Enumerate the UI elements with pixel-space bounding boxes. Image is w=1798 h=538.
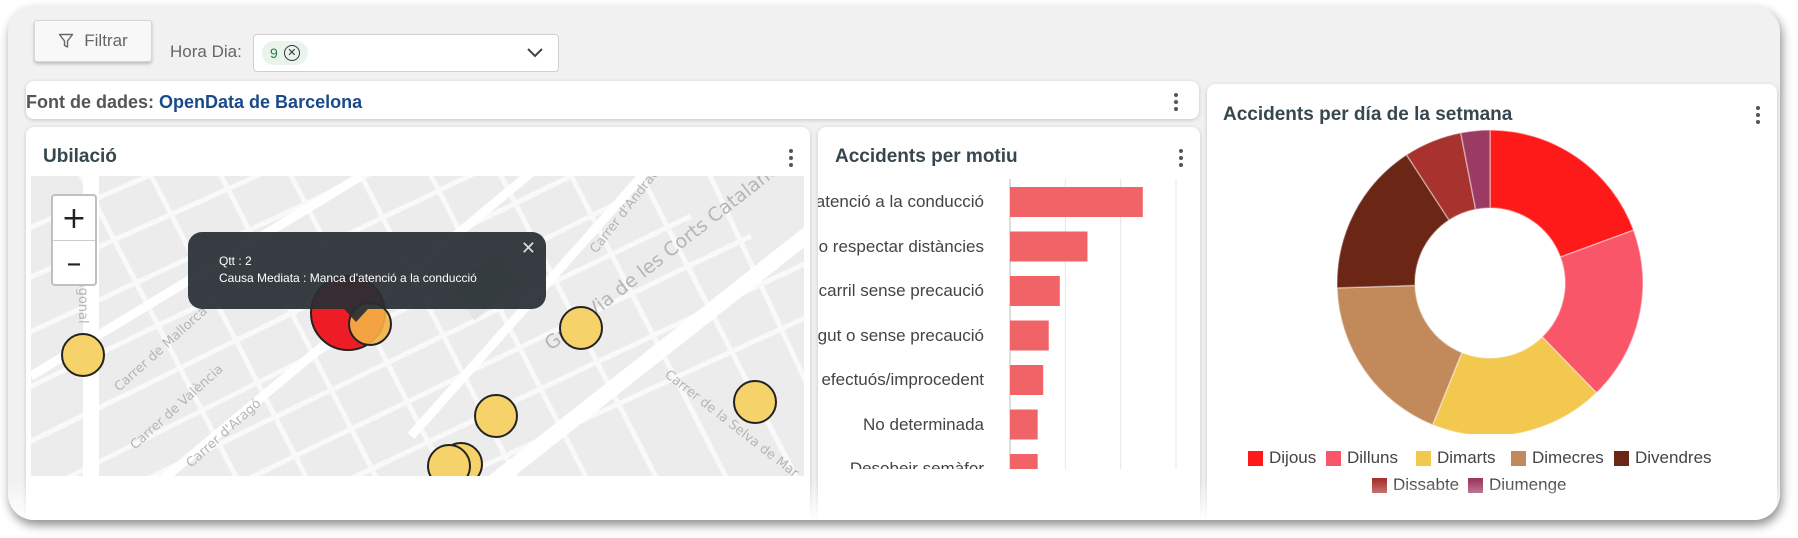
map-tiles: Carrer d'Andrade Gran Via de les Corts C…: [31, 176, 804, 476]
legend-label: Dijous: [1269, 448, 1317, 467]
legend-item[interactable]: Dilluns: [1326, 448, 1398, 468]
motiu-bar-chart: atenció a la conducció o respectar distàn…: [818, 179, 1200, 469]
bar[interactable]: [1010, 320, 1049, 351]
bar[interactable]: [1010, 276, 1060, 306]
hora-chip[interactable]: 9 ✕: [262, 41, 308, 65]
bar-category-label: o respectar distàncies: [818, 236, 984, 256]
legend-label: Dimecres: [1532, 448, 1604, 467]
map-popup: Qtt : 2 Causa Mediata : Manca d'atenció …: [188, 232, 546, 322]
bar[interactable]: [1010, 187, 1143, 217]
legend-item[interactable]: Dimarts: [1416, 448, 1496, 468]
motiu-menu-icon[interactable]: [1178, 149, 1184, 167]
popup-cause: Causa Mediata : Manca d'atenció a la con…: [219, 271, 477, 285]
legend-item[interactable]: Dijous: [1248, 448, 1316, 468]
legend-item[interactable]: Diumenge: [1468, 475, 1567, 495]
bar[interactable]: [1010, 454, 1038, 469]
legend-swatch: [1468, 477, 1483, 493]
legend-item[interactable]: Divendres: [1614, 448, 1712, 468]
source-line: Font de dades: OpenData de Barcelona: [26, 92, 362, 113]
bar-category-label: No determinada: [863, 414, 984, 434]
bar[interactable]: [1010, 409, 1038, 440]
accident-marker[interactable]: [61, 333, 105, 377]
accident-marker[interactable]: [733, 380, 777, 424]
bar-category-label: gut o sense precaució: [818, 325, 984, 345]
chevron-down-icon[interactable]: [526, 47, 544, 59]
filter-icon: [59, 33, 74, 48]
map-menu-icon[interactable]: [788, 149, 794, 167]
zoom-in-button[interactable]: +: [53, 196, 95, 241]
source-prefix: Font de dades:: [26, 92, 155, 112]
motiu-card: Accidents per motiu atenció a la conducc…: [818, 127, 1200, 520]
popup-quantity: Qtt : 2: [219, 254, 252, 268]
legend-label: Dimarts: [1437, 448, 1496, 467]
legend-label: Diumenge: [1489, 475, 1567, 494]
bar-category-label: Desobeir semàfor: [849, 459, 984, 469]
legend-swatch: [1372, 477, 1387, 493]
filter-button[interactable]: Filtrar: [34, 20, 152, 62]
legend-swatch: [1614, 450, 1629, 466]
accident-marker[interactable]: [427, 444, 471, 476]
legend-swatch: [1248, 450, 1263, 466]
legend-swatch: [1416, 450, 1431, 466]
accident-marker[interactable]: [474, 394, 518, 438]
map-card-title: Ubilació: [43, 146, 117, 167]
chip-remove-icon[interactable]: ✕: [283, 45, 300, 61]
hora-dia-select[interactable]: 9 ✕: [253, 34, 559, 72]
legend-label: Divendres: [1635, 448, 1712, 467]
bar-category-label: efectuós/improcedent: [821, 370, 984, 389]
bar-category-label: carril sense precaució: [818, 281, 984, 300]
donut-chart: [1336, 129, 1644, 434]
source-card: Font de dades: OpenData de Barcelona: [26, 81, 1199, 119]
source-link[interactable]: OpenData de Barcelona: [159, 92, 362, 112]
zoom-control: + –: [51, 194, 97, 286]
legend-item[interactable]: Dimecres: [1511, 448, 1604, 468]
map-card: Ubilació Carrer d'Andrade Gran Via de le…: [26, 127, 810, 520]
bar[interactable]: [1010, 365, 1044, 395]
source-menu-icon[interactable]: [1173, 93, 1179, 111]
accident-marker[interactable]: [559, 306, 603, 350]
filter-button-label: Filtrar: [84, 31, 128, 50]
zoom-out-button[interactable]: –: [53, 241, 95, 286]
legend-label: Dissabte: [1393, 475, 1460, 494]
bar[interactable]: [1010, 231, 1088, 262]
motiu-card-title: Accidents per motiu: [835, 146, 1018, 167]
hora-chip-value: 9: [270, 45, 278, 61]
hora-dia-label: Hora Dia:: [170, 42, 242, 61]
bar-category-label: atenció a la conducció: [818, 192, 984, 211]
popup-arrow: [344, 309, 368, 322]
legend-swatch: [1511, 450, 1526, 466]
close-icon[interactable]: ✕: [521, 239, 536, 257]
legend-swatch: [1326, 450, 1341, 466]
map-view[interactable]: Carrer d'Andrade Gran Via de les Corts C…: [31, 176, 804, 476]
legend-label: Dilluns: [1347, 448, 1399, 467]
legend-item[interactable]: Dissabte: [1372, 475, 1459, 495]
dashboard-frame: Filtrar Hora Dia: 9 ✕ Font de dades: Ope…: [8, 6, 1780, 520]
